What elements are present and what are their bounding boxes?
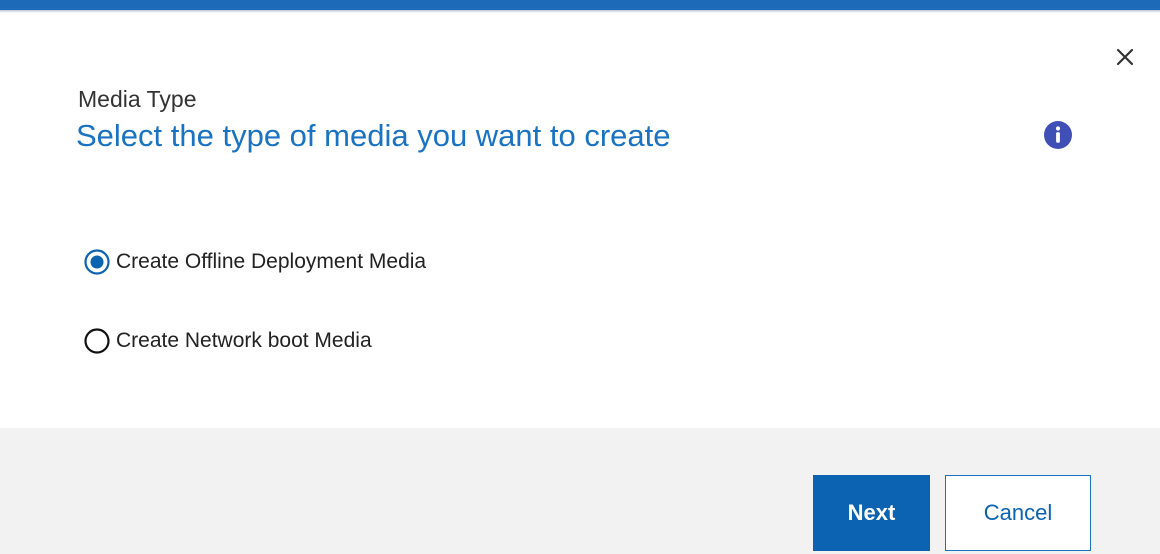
close-button[interactable] xyxy=(1110,42,1140,72)
page-title: Select the type of media you want to cre… xyxy=(76,118,671,153)
radio-option-label: Create Offline Deployment Media xyxy=(116,250,427,273)
close-icon xyxy=(1116,48,1134,66)
radio-selected-icon[interactable] xyxy=(84,249,110,275)
create-media-dialog: Media Type Select the type of media you … xyxy=(0,0,1160,554)
radio-unselected-icon[interactable] xyxy=(84,328,110,354)
section-eyebrow: Media Type xyxy=(78,86,197,112)
dialog-accent-shadow xyxy=(0,10,1160,13)
dialog-accent-bar xyxy=(0,0,1160,10)
radio-option-label: Create Network boot Media xyxy=(116,329,372,352)
radio-option-network-boot[interactable]: Create Network boot Media xyxy=(84,325,372,357)
dialog-footer: Next Cancel xyxy=(0,428,1160,554)
radio-option-offline-deployment[interactable]: Create Offline Deployment Media xyxy=(84,246,426,278)
info-icon[interactable] xyxy=(1043,120,1073,150)
cancel-button[interactable]: Cancel xyxy=(945,475,1091,551)
next-button[interactable]: Next xyxy=(813,475,930,551)
